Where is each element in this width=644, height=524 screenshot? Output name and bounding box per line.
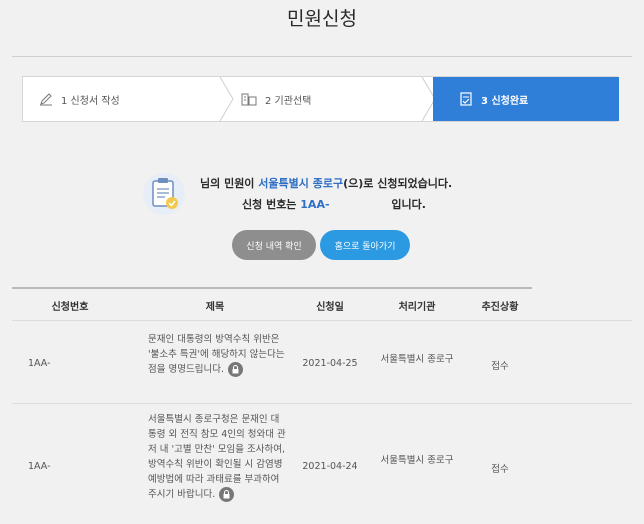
title-divider [12,56,632,57]
subject-text: 문재인 대통령의 방역수칙 위반은 '불소추 특권'에 해당하지 않는다는 점을… [148,334,285,375]
header-date: 신청일 [316,302,344,313]
row2-status: 접수 [491,464,509,475]
table-top-border [12,287,532,289]
message-suffix: (으)로 신청되었습니다. [343,177,453,190]
header-status: 추진상황 [481,302,519,313]
table-header-divider [12,320,632,321]
header-agency: 처리기관 [398,302,436,313]
agency-name: 서울특별시 종로구 [258,177,344,190]
row2-subject[interactable]: 서울특별시 종로구청은 문재인 대통령 외 전직 참모 4인의 청와대 관저 내… [148,412,288,502]
row1-agency: 서울특별시 종로구 [380,354,454,365]
message-prefix: 님의 민원이 [200,177,255,190]
document-icon [459,92,473,106]
page-title: 민원신청 [287,8,357,30]
go-home-button[interactable]: 홈으로 돌아가기 [320,230,410,260]
step-write-application: 1 신청서 작성 [39,77,235,121]
application-number-message: 신청 번호는 1AA- 입니다. [242,196,426,212]
row2-date: 2021-04-24 [302,461,358,472]
step-select-agency: 2 기관선택 [241,77,437,121]
subject-text: 서울특별시 종로구청은 문재인 대통령 외 전직 참모 4인의 청와대 관저 내… [148,414,286,500]
building-icon [241,92,257,106]
number-label: 신청 번호는 [242,198,297,211]
lock-icon [219,487,235,502]
step-label: 1 신청서 작성 [61,95,120,107]
row-divider [12,403,632,404]
row1-date: 2021-04-25 [302,358,358,369]
header-application-no: 신청번호 [51,302,89,313]
row2-application-no: 1AA- [28,461,51,472]
row2-agency: 서울특별시 종로구 [380,455,454,466]
row1-status: 접수 [491,361,509,372]
number-suffix: 입니다. [391,198,426,211]
step-label: 3 신청완료 [481,95,529,107]
application-number: 1AA- [300,198,330,211]
progress-steps: 1 신청서 작성 2 기관선택 3 신청완료 [22,76,619,122]
step-label: 2 기관선택 [265,95,312,107]
completion-message: 님의 민원이 서울특별시 종로구(으)로 신청되었습니다. [200,175,452,191]
step-complete: 3 신청완료 [433,77,619,121]
check-history-button[interactable]: 신청 내역 확인 [232,230,316,260]
step-separator [219,77,234,121]
row1-application-no: 1AA- [28,358,51,369]
header-subject: 제목 [205,302,225,313]
pencil-icon [39,92,53,106]
row1-subject[interactable]: 문재인 대통령의 방역수칙 위반은 '불소추 특권'에 해당하지 않는다는 점을… [148,332,288,377]
lock-icon [227,362,243,377]
clipboard-check-icon [138,172,190,216]
